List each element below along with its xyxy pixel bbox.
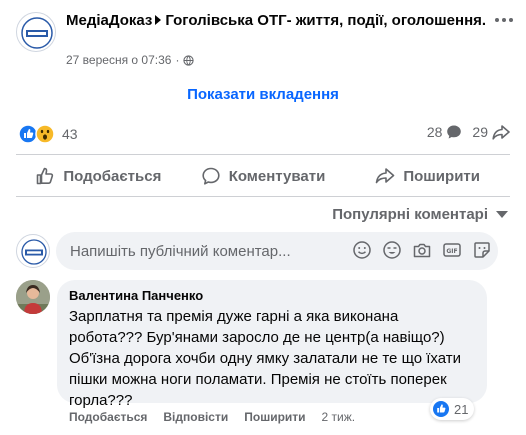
post-actions: Подобається Коментувати Поширити bbox=[16, 158, 510, 194]
commenter-photo-icon bbox=[16, 280, 50, 314]
comment-like-button[interactable]: Подобається bbox=[69, 410, 147, 424]
comment-author[interactable]: Валентина Панченко bbox=[69, 288, 475, 304]
stats-right: 28 29 bbox=[427, 124, 510, 140]
comment-button[interactable]: Коментувати bbox=[181, 158, 346, 194]
like-label: Подобається bbox=[63, 167, 162, 185]
camera-icon[interactable] bbox=[412, 240, 432, 260]
reaction-icons[interactable] bbox=[18, 124, 58, 144]
post-timestamp[interactable]: 27 вересня о 07:36 bbox=[66, 53, 171, 67]
page-avatar[interactable] bbox=[16, 12, 56, 52]
comment-time[interactable]: 2 тиж. bbox=[322, 410, 356, 424]
gif-icon[interactable]: GIF bbox=[442, 240, 462, 260]
group-name-link[interactable]: Гоголівська ОТГ- життя, події, оголошенн… bbox=[165, 12, 486, 29]
svg-text:GIF: GIF bbox=[446, 248, 457, 255]
meta-separator: · bbox=[175, 53, 180, 67]
comment-reply-button[interactable]: Відповісти bbox=[163, 410, 228, 424]
share-button[interactable]: Поширити bbox=[345, 158, 510, 194]
page-name-link[interactable]: МедіаДоказ bbox=[66, 12, 152, 29]
mediadokaz-logo-icon bbox=[21, 239, 47, 265]
comment-sort-dropdown[interactable]: Популярні коментарі bbox=[332, 206, 508, 223]
post-header: МедіаДоказ Гоголівська ОТГ- життя, події,… bbox=[16, 8, 516, 70]
user-avatar[interactable] bbox=[16, 234, 50, 268]
shares-stat[interactable]: 29 bbox=[472, 124, 510, 140]
sticker-icon[interactable] bbox=[472, 240, 492, 260]
show-attachments-link[interactable]: Показати вкладення bbox=[0, 86, 526, 103]
comment-bubble: Валентина Панченко Зарплатня та премія д… bbox=[57, 280, 487, 409]
comment-item: Валентина Панченко Зарплатня та премія д… bbox=[16, 280, 516, 430]
emoji-face-icon[interactable] bbox=[382, 240, 402, 260]
post-title: МедіаДоказ Гоголівська ОТГ- життя, події,… bbox=[66, 11, 506, 31]
divider-top bbox=[16, 154, 510, 155]
share-arrow-icon bbox=[376, 168, 395, 184]
mediadokaz-logo-icon bbox=[21, 17, 53, 49]
caret-down-icon bbox=[496, 211, 508, 218]
more-options-button[interactable] bbox=[492, 14, 516, 26]
comment-share-button[interactable]: Поширити bbox=[244, 410, 305, 424]
post-meta: 27 вересня о 07:36 · bbox=[66, 53, 195, 67]
comment-actions: Подобається Відповісти Поширити 2 тиж. bbox=[69, 410, 355, 424]
sort-label: Популярні коментарі bbox=[332, 206, 488, 223]
globe-icon bbox=[183, 54, 195, 66]
like-button[interactable]: Подобається bbox=[16, 158, 181, 194]
share-label: Поширити bbox=[403, 167, 480, 185]
thumbs-up-icon bbox=[37, 167, 54, 185]
comment-text: Зарплатня та премія дуже гарні а яка вик… bbox=[69, 308, 462, 409]
smiley-icon[interactable] bbox=[352, 240, 372, 260]
like-icon bbox=[18, 124, 38, 144]
reactions-row: 43 28 29 bbox=[16, 122, 510, 146]
shares-count: 29 bbox=[472, 124, 488, 140]
comment-label: Коментувати bbox=[228, 167, 326, 185]
divider-bottom bbox=[16, 196, 510, 197]
comment-reactions[interactable]: 21 bbox=[430, 398, 475, 420]
comments-count: 28 bbox=[426, 124, 443, 140]
speech-bubble-icon bbox=[202, 167, 220, 185]
comment-icon bbox=[447, 125, 462, 139]
comments-stat[interactable]: 28 bbox=[427, 124, 463, 140]
reactions-count[interactable]: 43 bbox=[62, 126, 78, 142]
comment-composer: GIF bbox=[16, 232, 516, 272]
wow-icon bbox=[35, 124, 55, 144]
triangle-separator-icon bbox=[155, 15, 162, 25]
like-icon bbox=[433, 401, 449, 417]
composer-tools: GIF bbox=[352, 240, 492, 260]
comment-reactions-count: 21 bbox=[454, 401, 469, 417]
commenter-avatar[interactable] bbox=[16, 280, 50, 314]
share-icon bbox=[492, 125, 510, 140]
